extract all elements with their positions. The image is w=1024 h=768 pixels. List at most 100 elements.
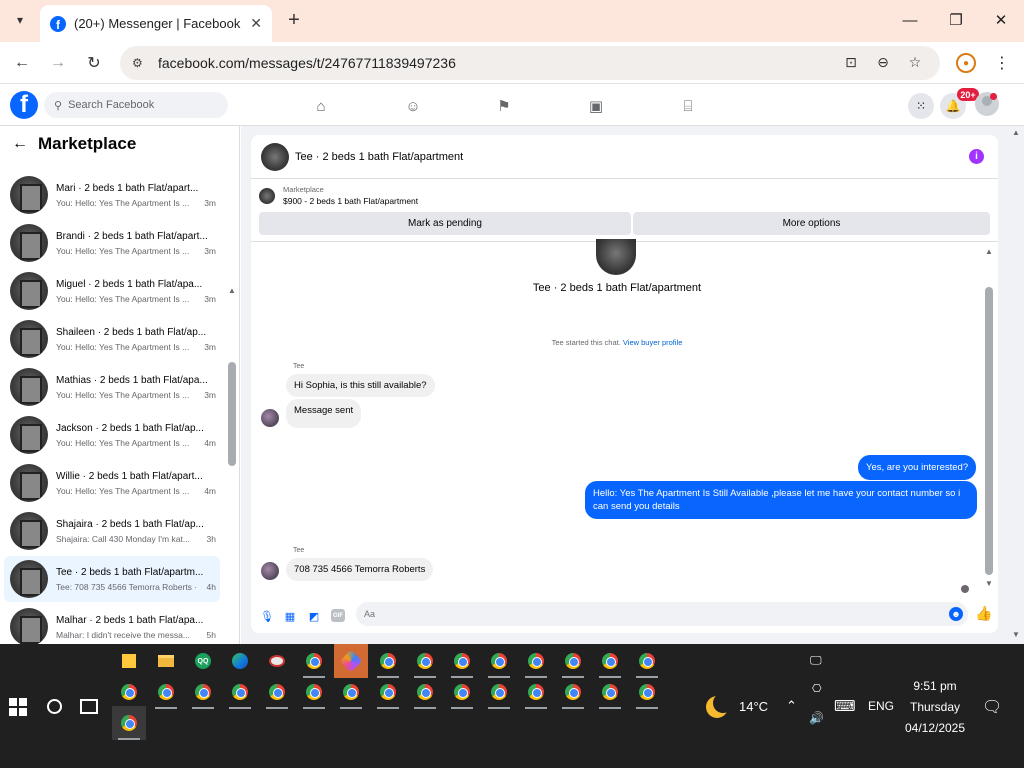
maximize-icon[interactable]: ❐ xyxy=(941,8,971,32)
conversation-item[interactable]: Shaileen · 2 beds 1 bath Flat/ap... You: … xyxy=(4,316,220,362)
gif-icon[interactable]: GIF xyxy=(331,609,345,622)
paint-icon[interactable] xyxy=(260,644,294,678)
camera-icon[interactable]: ⎔ xyxy=(812,682,822,695)
sidebar-scrollbar[interactable] xyxy=(228,362,236,466)
minimize-icon[interactable]: — xyxy=(895,8,925,32)
windows-start-icon[interactable] xyxy=(9,698,27,716)
store-icon[interactable]: ⌸ xyxy=(678,96,698,116)
scroll-up-icon[interactable]: ▲ xyxy=(228,286,236,295)
photo-icon[interactable]: ▦ xyxy=(282,608,298,624)
browser-tab[interactable]: f (20+) Messenger | Facebook ✕ xyxy=(40,5,272,42)
chrome-icon[interactable] xyxy=(112,706,146,740)
chrome-icon[interactable] xyxy=(519,644,553,678)
omnibox[interactable]: ⚙ facebook.com/messages/t/24767711839497… xyxy=(120,46,940,80)
chrome-icon[interactable] xyxy=(630,644,664,678)
cortana-icon[interactable] xyxy=(47,699,62,714)
chat-header[interactable]: Tee · 2 beds 1 bath Flat/apartment xyxy=(251,135,998,179)
weather-temperature[interactable]: 14°C xyxy=(739,699,768,714)
mic-icon[interactable]: 🎙 xyxy=(259,608,275,624)
page-scroll-down-icon[interactable]: ▼ xyxy=(1012,630,1020,639)
conversation-item[interactable]: Willie · 2 beds 1 bath Flat/apart... You:… xyxy=(4,460,220,506)
file-explorer-icon[interactable] xyxy=(149,644,183,678)
chrome-icon[interactable] xyxy=(297,644,331,678)
chrome-icon[interactable] xyxy=(260,675,294,709)
chrome-icon[interactable] xyxy=(630,675,664,709)
task-view-icon[interactable] xyxy=(80,699,98,714)
chrome-icon[interactable] xyxy=(593,675,627,709)
facebook-logo-icon[interactable]: f xyxy=(10,91,38,119)
reload-icon[interactable]: ↻ xyxy=(82,51,106,75)
conversation-item[interactable]: Brandi · 2 beds 1 bath Flat/apart... You:… xyxy=(4,220,220,266)
qq-icon[interactable]: QQ xyxy=(186,644,220,678)
chrome-icon[interactable] xyxy=(445,675,479,709)
chrome-icon[interactable] xyxy=(482,675,516,709)
incoming-message[interactable]: 708 735 4566 Temorra Roberts xyxy=(286,558,434,581)
chrome-icon[interactable] xyxy=(186,675,220,709)
keyboard-icon[interactable]: ⌨ xyxy=(834,697,856,715)
mark-pending-button[interactable]: Mark as pending xyxy=(259,212,631,235)
chrome-icon[interactable] xyxy=(519,675,553,709)
chat-scrollbar[interactable] xyxy=(985,287,993,575)
back-arrow-icon[interactable]: ← xyxy=(12,135,28,153)
chrome-icon[interactable] xyxy=(445,644,479,678)
notification-center-icon[interactable]: 🗨 xyxy=(982,697,1002,717)
chat-scroll-down-icon[interactable]: ▼ xyxy=(985,579,993,588)
zoom-icon[interactable]: ⊖ xyxy=(872,51,894,73)
chrome-icon[interactable] xyxy=(482,644,516,678)
chrome-icon[interactable] xyxy=(297,675,331,709)
close-icon[interactable]: ✕ xyxy=(250,15,262,32)
chrome-icon[interactable] xyxy=(223,675,257,709)
conversation-item[interactable]: Jackson · 2 beds 1 bath Flat/ap... You: H… xyxy=(4,412,220,458)
kebab-icon[interactable]: ⋮ xyxy=(992,51,1012,75)
edge-icon[interactable] xyxy=(223,644,257,678)
window-close-icon[interactable]: ✕ xyxy=(986,8,1016,32)
copilot-icon[interactable] xyxy=(334,644,368,678)
listing-summary[interactable]: Marketplace $900 - 2 beds 1 bath Flat/ap… xyxy=(259,185,418,206)
chrome-icon[interactable] xyxy=(408,644,442,678)
conversation-item[interactable]: Mari · 2 beds 1 bath Flat/apart... You: H… xyxy=(4,172,220,218)
conversation-item[interactable]: Shajaira · 2 beds 1 bath Flat/ap... Shaja… xyxy=(4,508,220,554)
outgoing-message[interactable]: Yes, are you interested? xyxy=(858,455,977,480)
message-input[interactable] xyxy=(356,602,968,626)
back-icon[interactable]: ← xyxy=(10,51,34,75)
search-input[interactable]: ⚲ Search Facebook xyxy=(44,92,228,118)
star-icon[interactable]: ☆ xyxy=(904,51,926,73)
install-icon[interactable]: ⊡ xyxy=(840,51,862,73)
language-indicator[interactable]: ENG xyxy=(868,699,894,713)
chat-scroll-up-icon[interactable]: ▲ xyxy=(985,247,993,256)
conversation-item[interactable]: Tee · 2 beds 1 bath Flat/apartm... Tee: 7… xyxy=(4,556,220,602)
page-scroll-up-icon[interactable]: ▲ xyxy=(1012,128,1020,137)
chrome-icon[interactable] xyxy=(112,675,146,709)
outgoing-message[interactable]: Hello: Yes The Apartment Is Still Availa… xyxy=(585,481,977,519)
monitor-icon[interactable]: 🖵 xyxy=(810,653,822,668)
volume-icon[interactable]: 🔊 xyxy=(809,711,824,725)
like-icon[interactable]: 👍 xyxy=(975,605,992,622)
plus-icon[interactable]: + xyxy=(282,8,306,32)
video-icon[interactable]: ▣ xyxy=(586,96,606,116)
chrome-icon[interactable] xyxy=(408,675,442,709)
profile-icon[interactable]: ● xyxy=(956,53,976,73)
chrome-icon[interactable] xyxy=(371,644,405,678)
contact-profile-picture[interactable] xyxy=(596,239,636,275)
emoji-icon[interactable]: ☻ xyxy=(949,607,963,621)
sticker-icon[interactable]: ◩ xyxy=(306,608,322,624)
conversation-item[interactable]: Miguel · 2 beds 1 bath Flat/apa... You: H… xyxy=(4,268,220,314)
chevron-up-icon[interactable]: ⌃ xyxy=(786,698,797,714)
flag-icon[interactable]: ⚑ xyxy=(494,96,514,116)
incoming-message[interactable]: Hi Sophia, is this still available? xyxy=(286,374,435,397)
chrome-icon[interactable] xyxy=(556,644,590,678)
chrome-icon[interactable] xyxy=(149,675,183,709)
grid-icon[interactable]: ⁙ xyxy=(908,93,934,119)
chrome-icon[interactable] xyxy=(593,644,627,678)
friends-icon[interactable]: ☺ xyxy=(403,96,423,116)
more-options-button[interactable]: More options xyxy=(633,212,990,235)
incoming-message[interactable]: Message sent xyxy=(286,399,362,428)
sticky-notes-icon[interactable] xyxy=(112,644,146,678)
info-icon[interactable]: i xyxy=(969,149,984,164)
conversation-item[interactable]: Malhar · 2 beds 1 bath Flat/apa... Malhar… xyxy=(4,604,220,644)
taskbar-clock[interactable]: 9:51 pm Thursday 04/12/2025 xyxy=(898,676,972,739)
view-buyer-profile-link[interactable]: View buyer profile xyxy=(623,338,682,347)
chrome-icon[interactable] xyxy=(334,675,368,709)
chevron-down-icon[interactable]: ▾ xyxy=(8,8,32,32)
home-icon[interactable]: ⌂ xyxy=(311,96,331,116)
